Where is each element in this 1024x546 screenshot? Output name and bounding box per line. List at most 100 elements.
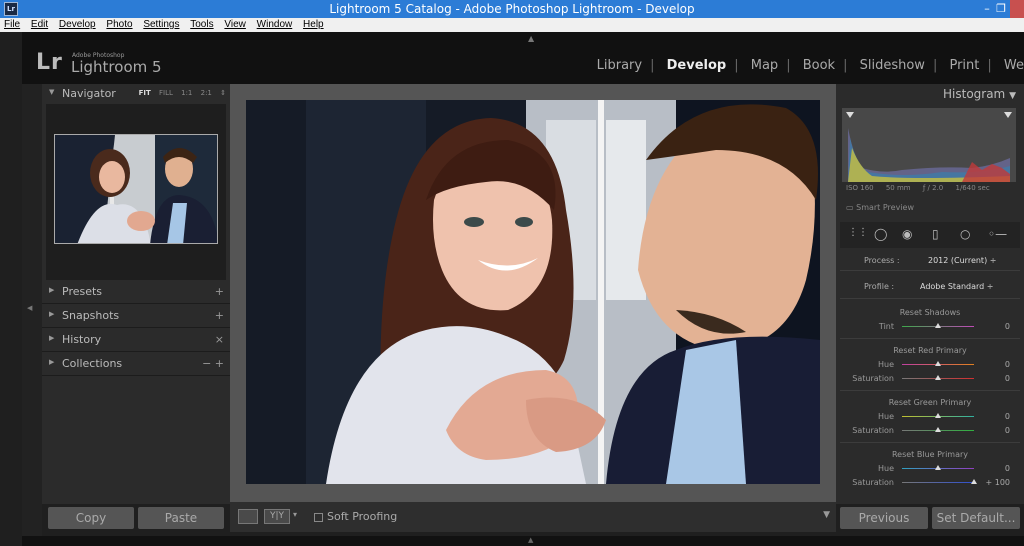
menu-bar: File Edit Develop Photo Settings Tools V… <box>0 18 1024 32</box>
zoom-2-1[interactable]: 2:1 <box>201 89 212 97</box>
menu-file[interactable]: File <box>0 18 24 32</box>
right-panel: Histogram ▼ ISO 160 50 mm ƒ / 2.0 1/640 … <box>836 84 1024 504</box>
adjustment-brush-icon[interactable]: ◦— <box>988 227 1007 241</box>
toolbar-content-menu-icon[interactable]: ▼ <box>823 510 830 520</box>
collections-panel-header[interactable]: ▶ Collections − + <box>42 354 230 376</box>
focal-length-value: 50 mm <box>885 184 911 192</box>
navigator-label: Navigator <box>62 87 116 100</box>
paste-button[interactable]: Paste <box>138 507 224 529</box>
profile-label: Profile : <box>864 282 895 291</box>
profile-value[interactable]: Adobe Standard ÷ <box>920 282 994 291</box>
add-snapshot-icon[interactable]: + <box>215 309 224 322</box>
identity-name: Lightroom 5 <box>71 58 162 76</box>
collections-label: Collections <box>62 357 123 370</box>
smart-preview-icon: ▭ <box>846 203 854 212</box>
collapse-left-panel-icon[interactable]: ◀ <box>27 304 32 312</box>
menu-tools[interactable]: Tools <box>186 18 217 32</box>
expand-filmstrip-icon[interactable]: ▲ <box>528 536 533 544</box>
menu-develop[interactable]: Develop <box>55 18 100 32</box>
restore-button[interactable]: ❐ <box>992 0 1010 18</box>
loupe-view-button[interactable] <box>238 509 258 524</box>
module-web[interactable]: We <box>996 58 1024 73</box>
zoom-more-icon[interactable]: ⇕ <box>220 89 226 97</box>
photo-canvas[interactable] <box>230 84 836 502</box>
soft-proofing-label: Soft Proofing <box>327 510 398 523</box>
green-saturation-slider[interactable]: Saturation 0 <box>836 426 1024 436</box>
expand-triangle-icon: ▼ <box>49 88 55 96</box>
navigator-preview-area[interactable] <box>46 104 226 280</box>
close-button[interactable] <box>1010 0 1024 18</box>
red-eye-tool-icon[interactable]: ◉ <box>902 227 912 241</box>
zoom-1-1[interactable]: 1:1 <box>181 89 192 97</box>
previous-button[interactable]: Previous <box>840 507 928 529</box>
reset-green-primary[interactable]: Reset Green Primary <box>836 398 1024 407</box>
module-develop[interactable]: Develop <box>659 58 735 73</box>
menu-view[interactable]: View <box>220 18 250 32</box>
clear-history-icon[interactable]: × <box>215 333 224 346</box>
before-after-view-button[interactable]: Y|Y <box>264 509 290 524</box>
navigator-zoom-options: FIT FILL 1:1 2:1 ⇕ <box>133 89 226 97</box>
soft-proofing-checkbox[interactable] <box>314 513 323 522</box>
histogram-header[interactable]: Histogram ▼ <box>943 87 1016 101</box>
presets-panel-header[interactable]: ▶ Presets + <box>42 282 230 304</box>
graduated-filter-icon[interactable]: ▯ <box>932 227 939 241</box>
left-panel: ▼ Navigator FIT FILL 1:1 2:1 ⇕ ▶ Presets… <box>42 84 230 504</box>
reset-red-primary[interactable]: Reset Red Primary <box>836 346 1024 355</box>
previous-default-bar: Previous Set Default... <box>836 504 1024 536</box>
reset-blue-primary[interactable]: Reset Blue Primary <box>836 450 1024 459</box>
presets-label: Presets <box>62 285 103 298</box>
window-title: Lightroom 5 Catalog - Adobe Photoshop Li… <box>329 2 695 16</box>
menu-edit[interactable]: Edit <box>27 18 52 32</box>
module-map[interactable]: Map <box>743 58 786 73</box>
blue-hue-slider[interactable]: Hue 0 <box>836 464 1024 474</box>
history-label: History <box>62 333 102 346</box>
module-print[interactable]: Print <box>941 58 987 73</box>
menu-photo[interactable]: Photo <box>102 18 136 32</box>
title-bar: Lr Lightroom 5 Catalog - Adobe Photoshop… <box>0 0 1024 18</box>
exif-info: ISO 160 50 mm ƒ / 2.0 1/640 sec <box>846 184 1014 192</box>
process-value[interactable]: 2012 (Current) ÷ <box>928 256 996 265</box>
collections-add-remove-icon[interactable]: − + <box>202 357 224 370</box>
menu-window[interactable]: Window <box>253 18 297 32</box>
menu-settings[interactable]: Settings <box>139 18 183 32</box>
histogram-graph[interactable] <box>842 108 1016 182</box>
zoom-fill[interactable]: FILL <box>159 89 173 97</box>
spot-removal-tool-icon[interactable]: ◯ <box>874 227 887 241</box>
iso-value: ISO 160 <box>846 184 874 192</box>
smart-preview-status[interactable]: ▭ Smart Preview <box>846 203 914 212</box>
navigator-thumbnail[interactable] <box>54 134 218 244</box>
module-picker: Library | Develop | Map | Book | Slideshow | … <box>589 58 1024 73</box>
green-hue-slider[interactable]: Hue 0 <box>836 412 1024 422</box>
module-library[interactable]: Library <box>589 58 650 73</box>
menu-help[interactable]: Help <box>299 18 328 32</box>
zoom-fit[interactable]: FIT <box>139 89 151 97</box>
shutter-value: 1/640 sec <box>955 184 990 192</box>
module-header: ▲ Lr Adobe Photoshop Lightroom 5 Library… <box>22 32 1024 84</box>
blue-saturation-slider[interactable]: Saturation + 100 <box>836 478 1024 488</box>
view-mode-dropdown-icon[interactable]: ▾ <box>293 510 297 519</box>
module-slideshow[interactable]: Slideshow <box>852 58 933 73</box>
history-panel-header[interactable]: ▶ History × <box>42 330 230 352</box>
tool-strip: ⋮⋮ ◯ ◉ ▯ ○ ◦— <box>840 222 1020 248</box>
navigator-header[interactable]: ▼ Navigator FIT FILL 1:1 2:1 ⇕ <box>42 84 230 104</box>
red-hue-slider[interactable]: Hue 0 <box>836 360 1024 370</box>
red-saturation-slider[interactable]: Saturation 0 <box>836 374 1024 384</box>
copy-paste-bar: Copy Paste <box>42 504 230 536</box>
snapshots-panel-header[interactable]: ▶ Snapshots + <box>42 306 230 328</box>
main-photo[interactable] <box>246 100 820 484</box>
reset-shadows[interactable]: Reset Shadows <box>836 308 1024 317</box>
add-preset-icon[interactable]: + <box>215 285 224 298</box>
process-label: Process : <box>864 256 900 265</box>
shadows-tint-slider[interactable]: Tint 0 <box>836 322 1024 332</box>
develop-toolbar: Y|Y ▾ Soft Proofing ▼ <box>230 502 836 532</box>
module-book[interactable]: Book <box>795 58 843 73</box>
copy-button[interactable]: Copy <box>48 507 134 529</box>
aperture-value: ƒ / 2.0 <box>922 184 944 192</box>
filmstrip-collapsed: ▲ <box>22 536 1024 546</box>
lightroom-logo: Lr <box>36 50 63 75</box>
set-default-button[interactable]: Set Default... <box>932 507 1020 529</box>
radial-filter-icon[interactable]: ○ <box>960 227 970 241</box>
collapse-top-panel-icon[interactable]: ▲ <box>528 34 534 43</box>
snapshots-label: Snapshots <box>62 309 120 322</box>
crop-tool-icon[interactable]: ⋮⋮ <box>848 227 868 238</box>
